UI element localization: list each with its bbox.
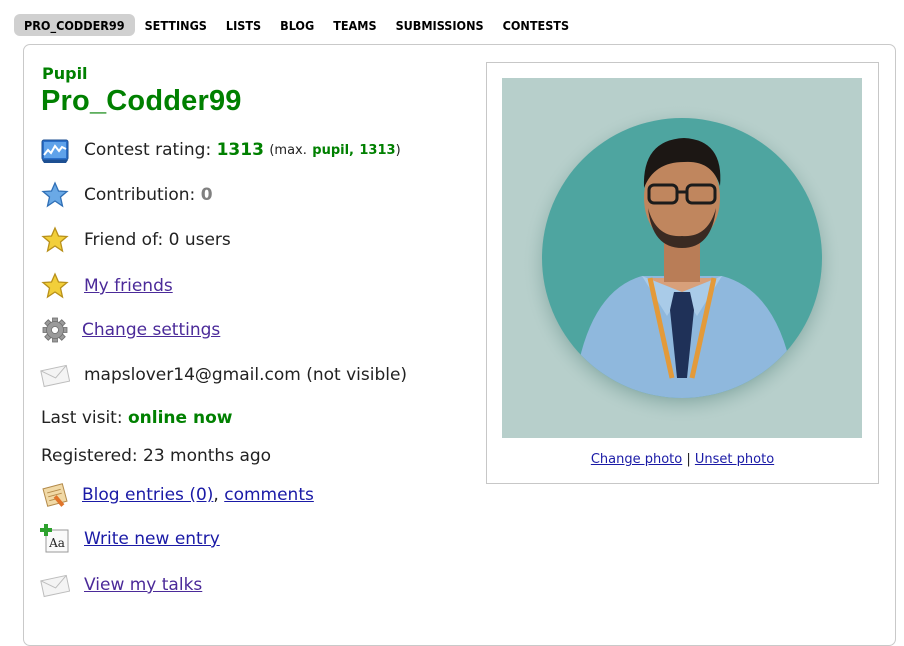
profile-nav: PRO_CODDER99 SETTINGS LISTS BLOG TEAMS S… xyxy=(14,13,579,37)
photo-link-separator: | xyxy=(686,452,691,467)
change-settings-row: Change settings xyxy=(40,315,220,345)
rating-value: 1313 xyxy=(216,140,264,160)
max-suffix: ) xyxy=(395,142,401,158)
contribution-row: Contribution: 0 xyxy=(40,180,213,210)
user-avatar xyxy=(502,78,862,438)
last-visit: Last visit: online now xyxy=(41,408,232,428)
talks-row: View my talks xyxy=(40,570,202,600)
talks-envelope-icon xyxy=(40,570,70,600)
user-handle: Pro_Codder99 xyxy=(41,85,242,117)
registered-text: Registered: 23 months ago xyxy=(41,446,272,466)
contribution-star-icon xyxy=(40,180,70,210)
friend-of-text: Friend of: 0 users xyxy=(84,230,231,250)
change-settings-link[interactable]: Change settings xyxy=(82,320,220,340)
last-visit-value: online now xyxy=(127,408,233,428)
tab-blog[interactable]: BLOG xyxy=(271,14,323,36)
tab-contests[interactable]: CONTESTS xyxy=(494,14,578,36)
comments-link[interactable]: comments xyxy=(224,485,314,505)
max-prefix: (max. xyxy=(269,142,307,158)
photo-links: Change photo | Unset photo xyxy=(487,452,878,467)
last-visit-label: Last visit: xyxy=(41,408,123,428)
email-envelope-icon xyxy=(40,360,70,390)
svg-text:Aa: Aa xyxy=(48,536,65,550)
blog-icon xyxy=(40,480,70,510)
email-row: mapslover14@gmail.com (not visible) xyxy=(40,360,407,390)
blog-entries-link[interactable]: Blog entries (0) xyxy=(82,485,213,505)
rating-label: Contest rating: xyxy=(84,140,212,160)
my-friends-row: My friends xyxy=(40,271,173,301)
write-new-entry-link[interactable]: Write new entry xyxy=(84,529,220,549)
unset-photo-link[interactable]: Unset photo xyxy=(695,452,774,467)
tab-lists[interactable]: LISTS xyxy=(217,14,270,36)
change-photo-link[interactable]: Change photo xyxy=(591,452,682,467)
max-rank: pupil, xyxy=(312,142,354,158)
contribution-value: 0 xyxy=(200,185,213,205)
rating-chart-icon xyxy=(40,135,70,165)
write-entry-icon: Aa xyxy=(40,524,70,554)
rating-row: Contest rating: 1313 (max. pupil, 1313) xyxy=(40,135,401,165)
tab-teams[interactable]: TEAMS xyxy=(324,14,385,36)
user-rank: Pupil xyxy=(42,64,88,83)
friend-of-row: Friend of: 0 users xyxy=(40,225,231,255)
tab-settings[interactable]: SETTINGS xyxy=(136,14,216,36)
blog-row: Blog entries (0), comments xyxy=(40,480,314,510)
friend-of-star-icon xyxy=(40,225,70,255)
tab-profile[interactable]: PRO_CODDER99 xyxy=(14,14,135,36)
contribution-label: Contribution: xyxy=(84,185,196,205)
user-photo-box: Change photo | Unset photo xyxy=(486,62,879,484)
blog-comma: , xyxy=(213,485,219,505)
email-text: mapslover14@gmail.com (not visible) xyxy=(84,365,408,385)
write-entry-row: Aa Write new entry xyxy=(40,524,220,554)
max-rating: 1313 xyxy=(359,142,396,158)
my-friends-link[interactable]: My friends xyxy=(84,276,173,296)
view-my-talks-link[interactable]: View my talks xyxy=(84,575,202,595)
settings-gear-icon xyxy=(40,315,70,345)
tab-submissions[interactable]: SUBMISSIONS xyxy=(387,14,493,36)
my-friends-star-icon xyxy=(40,271,70,301)
